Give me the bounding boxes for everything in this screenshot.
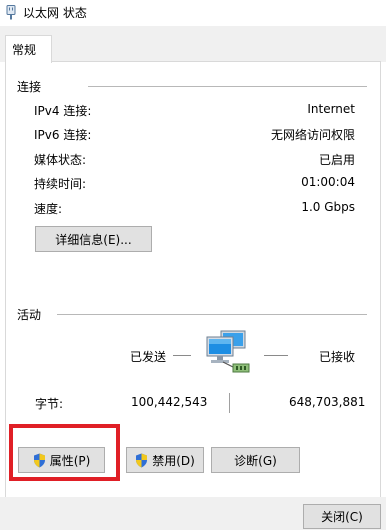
bytes-received-value: 648,703,881 [289,395,366,409]
title-bar: 以太网 状态 [0,0,386,26]
bytes-label: 字节: [35,397,64,411]
ipv4-value: Internet [307,102,355,116]
activity-group-line [57,314,367,315]
duration-value: 01:00:04 [301,175,355,189]
window-title: 以太网 状态 [23,6,87,20]
tab-general[interactable]: 常规 [5,35,52,63]
connection-group-line [88,86,367,87]
highlight-box [9,424,120,481]
sent-line [173,355,191,356]
ipv6-value: 无网络访问权限 [270,128,355,142]
connection-row: 持续时间: 01:00:04 [34,175,355,191]
connection-row: IPv4 连接: Internet [34,102,355,118]
connection-row: IPv6 连接: 无网络访问权限 [34,126,355,142]
sent-label: 已发送 [130,350,167,364]
activity-group-label: 活动 [17,308,42,322]
bytes-divider [229,393,230,413]
details-button[interactable]: 详细信息(E)... [35,226,152,252]
speed-value: 1.0 Gbps [301,200,355,214]
network-adapter-icon [6,5,16,20]
duration-label: 持续时间: [34,177,87,191]
uac-shield-icon [136,453,148,467]
network-computers-icon [206,330,250,373]
tab-general-label: 常规 [12,43,37,57]
received-line [264,355,288,356]
received-label: 已接收 [319,350,356,364]
ipv6-label: IPv6 连接: [34,128,92,142]
media-state-label: 媒体状态: [34,153,87,167]
disable-button[interactable]: 禁用(D) [126,447,204,473]
disable-button-label: 禁用(D) [152,453,195,468]
media-state-value: 已启用 [318,153,355,167]
ipv4-label: IPv4 连接: [34,104,92,118]
close-button[interactable]: 关闭(C) [303,504,381,529]
speed-label: 速度: [34,202,63,216]
diagnose-button[interactable]: 诊断(G) [211,447,300,473]
connection-group-label: 连接 [17,80,42,94]
tab-strip [0,26,386,62]
bytes-sent-value: 100,442,543 [131,395,208,409]
connection-row: 媒体状态: 已启用 [34,151,355,167]
connection-row: 速度: 1.0 Gbps [34,200,355,216]
